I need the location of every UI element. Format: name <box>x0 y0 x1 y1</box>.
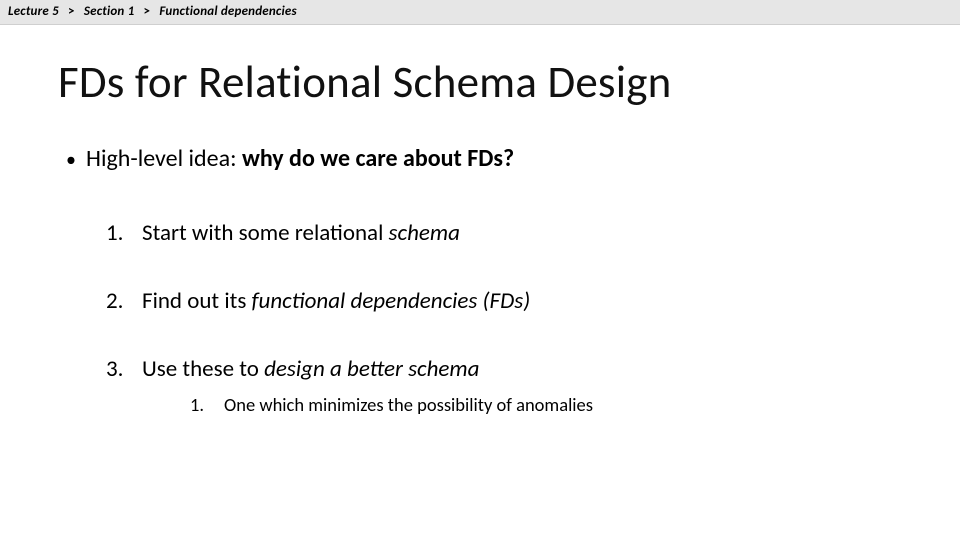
numbered-list: 1. Start with some relational schema 2. … <box>106 219 902 383</box>
bullet-lead: High-level idea: <box>86 144 242 173</box>
sub-text: One which minimizes the possibility of a… <box>224 393 593 416</box>
sub-item-1: 1. One which minimizes the possibility o… <box>190 393 902 416</box>
slide-title: FDs for Relational Schema Design <box>58 55 902 110</box>
step-number: 1. <box>106 219 142 247</box>
breadcrumb-sep-2: > <box>138 4 157 19</box>
step-lead: Start with some relational <box>142 219 389 247</box>
step-lead: Find out its <box>142 287 252 315</box>
step-text: Use these to design a better schema <box>142 355 479 383</box>
step-item-2: 2. Find out its functional dependencies … <box>106 287 902 315</box>
breadcrumb-part-2: Section 1 <box>84 4 135 19</box>
step-text: Find out its functional dependencies (FD… <box>142 287 530 315</box>
bullet-item: • High-level idea: why do we care about … <box>66 144 902 173</box>
breadcrumb: Lecture 5 > Section 1 > Functional depen… <box>0 0 960 25</box>
breadcrumb-part-3: Functional dependencies <box>159 4 296 19</box>
step-number: 2. <box>106 287 142 315</box>
step-emphasis: functional dependencies (FDs) <box>252 287 531 315</box>
step-text: Start with some relational schema <box>142 219 460 247</box>
step-emphasis: design a better schema <box>264 355 479 383</box>
breadcrumb-sep-1: > <box>62 4 81 19</box>
step-emphasis: schema <box>389 219 460 247</box>
breadcrumb-part-1: Lecture 5 <box>8 4 59 19</box>
bullet-bold: why do we care about FDs? <box>242 144 514 173</box>
slide-body: FDs for Relational Schema Design • High-… <box>0 25 960 416</box>
bullet-dot-icon: • <box>66 148 86 172</box>
step-lead: Use these to <box>142 355 264 383</box>
sub-number: 1. <box>190 393 224 416</box>
step-item-1: 1. Start with some relational schema <box>106 219 902 247</box>
step-item-3: 3. Use these to design a better schema <box>106 355 902 383</box>
step-number: 3. <box>106 355 142 383</box>
bullet-text: High-level idea: why do we care about FD… <box>86 144 514 173</box>
